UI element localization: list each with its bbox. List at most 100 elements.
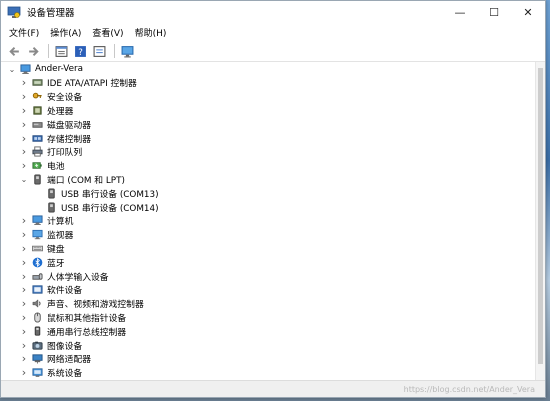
- ide-controller-icon: [32, 77, 43, 88]
- chevron-right-icon[interactable]: ›: [19, 159, 29, 172]
- back-arrow-icon[interactable]: [6, 43, 22, 59]
- chevron-right-icon[interactable]: ›: [19, 311, 29, 324]
- tree-item-label: 端口 (COM 和 LPT): [47, 175, 125, 186]
- tree-item-label: 监视器: [47, 231, 74, 242]
- chevron-right-icon[interactable]: ›: [19, 242, 29, 255]
- tree-category-item[interactable]: › 图像设备: [19, 338, 82, 352]
- keyboard-icon: [32, 243, 43, 254]
- tree-item-label: IDE ATA/ATAPI 控制器: [47, 79, 137, 90]
- close-button[interactable]: ✕: [511, 1, 545, 23]
- menu-bar: 文件(F) 操作(A) 查看(V) 帮助(H): [1, 23, 545, 41]
- tree-category-item[interactable]: › 磁盘驱动器: [19, 117, 91, 131]
- tree-root-item[interactable]: ⌄ Ander-Vera: [7, 62, 83, 76]
- chevron-right-icon[interactable]: ›: [19, 76, 29, 89]
- tree-category-item[interactable]: › 声音、视频和游戏控制器: [19, 297, 144, 311]
- chevron-right-icon[interactable]: ›: [19, 228, 29, 241]
- tree-category-item[interactable]: › 监视器: [19, 228, 74, 242]
- chevron-right-icon[interactable]: ›: [19, 118, 29, 131]
- chevron-down-icon[interactable]: ⌄: [7, 64, 17, 74]
- tree-item-label: 键盘: [47, 244, 65, 255]
- toolbar-separator: [114, 44, 115, 58]
- tree-item-label: 通用串行总线控制器: [47, 327, 127, 338]
- tree-item-label: 计算机: [47, 217, 74, 228]
- tree-item-label: 图像设备: [47, 341, 83, 352]
- properties-icon[interactable]: [53, 43, 69, 59]
- tree-item-label: USB 串行设备 (COM13): [61, 189, 159, 200]
- chevron-right-icon[interactable]: ›: [19, 297, 29, 310]
- vertical-scrollbar[interactable]: [535, 62, 545, 380]
- view-icon[interactable]: [91, 43, 107, 59]
- chevron-down-icon[interactable]: ⌄: [19, 174, 29, 184]
- chevron-right-icon[interactable]: ›: [19, 325, 29, 338]
- tree-category-item[interactable]: › 鼠标和其他指针设备: [19, 310, 126, 324]
- tree-item-label: 磁盘驱动器: [47, 120, 91, 131]
- tree-category-item[interactable]: › 安全设备: [19, 90, 82, 104]
- camera-icon: [32, 340, 43, 351]
- chevron-right-icon[interactable]: ›: [19, 270, 29, 283]
- monitor-icon[interactable]: [119, 43, 135, 59]
- scrollbar-thumb[interactable]: [538, 68, 543, 364]
- tree-item-label: 蓝牙: [47, 258, 65, 269]
- minimize-button[interactable]: —: [443, 1, 477, 23]
- tree-device-item[interactable]: USB 串行设备 (COM13): [33, 186, 159, 200]
- tree-category-item[interactable]: › 打印队列: [19, 145, 82, 159]
- toolbar-separator: [48, 44, 49, 58]
- chevron-right-icon[interactable]: ›: [19, 104, 29, 117]
- tree-category-item[interactable]: › 通用串行总线控制器: [19, 324, 126, 338]
- device-manager-window: 设备管理器 — ☐ ✕ 文件(F) 操作(A) 查看(V) 帮助(H) ? ⌄ …: [0, 0, 546, 398]
- tree-category-item[interactable]: ⌄ 端口 (COM 和 LPT): [19, 172, 125, 186]
- chevron-right-icon[interactable]: ›: [19, 339, 29, 352]
- tree-item-label: 声音、视频和游戏控制器: [47, 300, 144, 311]
- sound-icon: [32, 298, 43, 309]
- chevron-right-icon[interactable]: ›: [19, 132, 29, 145]
- tree-category-item[interactable]: › 系统设备: [19, 366, 82, 380]
- maximize-button[interactable]: ☐: [477, 1, 511, 23]
- tree-item-label: 电池: [47, 162, 65, 173]
- chevron-right-icon[interactable]: ›: [19, 352, 29, 365]
- chevron-right-icon[interactable]: ›: [19, 145, 29, 158]
- mouse-icon: [32, 312, 43, 323]
- tree-category-item[interactable]: › 处理器: [19, 103, 74, 117]
- chevron-right-icon[interactable]: ›: [19, 256, 29, 269]
- menu-view[interactable]: 查看(V): [88, 26, 127, 39]
- tree-item-label: 鼠标和其他指针设备: [47, 313, 127, 324]
- device-tree[interactable]: ⌄ Ander-Vera › IDE ATA/ATAPI 控制器 › 安全设备 › 处理器 › 磁…: [1, 62, 535, 380]
- tree-category-item[interactable]: › 计算机: [19, 214, 74, 228]
- tree-category-item[interactable]: › 存储控制器: [19, 131, 91, 145]
- forward-arrow-icon[interactable]: [25, 43, 41, 59]
- chevron-right-icon[interactable]: ›: [19, 283, 29, 296]
- tree-category-item[interactable]: › IDE ATA/ATAPI 控制器: [19, 76, 137, 90]
- title-bar[interactable]: 设备管理器 — ☐ ✕: [1, 1, 545, 23]
- svg-text:?: ?: [78, 47, 83, 57]
- port-icon: [46, 188, 57, 199]
- menu-action[interactable]: 操作(A): [46, 26, 85, 39]
- menu-file[interactable]: 文件(F): [5, 26, 43, 39]
- tree-item-label: 人体学输入设备: [47, 272, 109, 283]
- tree-category-item[interactable]: › 蓝牙: [19, 255, 65, 269]
- storage-controller-icon: [32, 133, 43, 144]
- tree-category-item[interactable]: › 软件设备: [19, 283, 82, 297]
- hid-icon: [32, 271, 43, 282]
- tree-item-label: 存储控制器: [47, 134, 91, 145]
- tree-category-item[interactable]: › 键盘: [19, 241, 65, 255]
- tree-category-item[interactable]: › 电池: [19, 159, 65, 173]
- tree-item-label: 处理器: [47, 106, 74, 117]
- chevron-right-icon[interactable]: ›: [19, 90, 29, 103]
- tree-item-label: 系统设备: [47, 369, 83, 380]
- security-key-icon: [32, 91, 43, 102]
- help-icon[interactable]: ?: [72, 43, 88, 59]
- tree-category-item[interactable]: › 网络适配器: [19, 352, 91, 366]
- computer-icon: [32, 215, 43, 226]
- menu-help[interactable]: 帮助(H): [131, 26, 171, 39]
- chevron-right-icon[interactable]: ›: [19, 366, 29, 379]
- system-device-icon: [32, 367, 43, 378]
- port-icon: [32, 174, 43, 185]
- chevron-right-icon[interactable]: ›: [19, 214, 29, 227]
- tree-device-item[interactable]: USB 串行设备 (COM14): [33, 200, 159, 214]
- battery-icon: [32, 160, 43, 171]
- tree-item-label: 安全设备: [47, 93, 83, 104]
- watermark-text: https://blog.csdn.net/Ander_Vera: [403, 385, 535, 394]
- window-title: 设备管理器: [27, 8, 75, 19]
- tree-category-item[interactable]: › 人体学输入设备: [19, 269, 109, 283]
- usb-controller-icon: [32, 326, 43, 337]
